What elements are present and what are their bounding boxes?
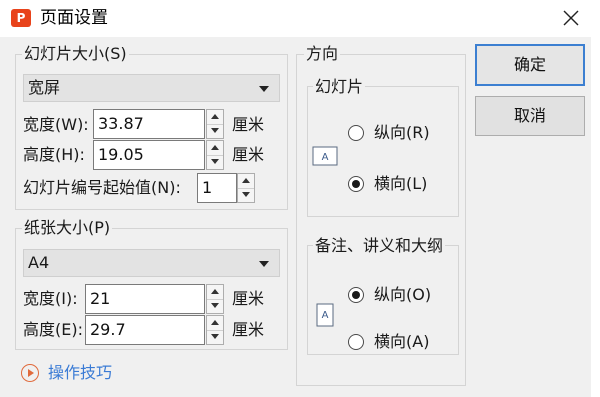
paper-size-legend: 纸张大小(P) <box>22 218 113 238</box>
paper-height-input[interactable]: 29.7 <box>85 315 205 345</box>
arrow-up-icon <box>211 114 219 119</box>
arrow-up-icon <box>242 178 250 183</box>
cancel-button[interactable]: 取消 <box>475 96 585 136</box>
slides-landscape-radio[interactable] <box>348 176 364 192</box>
paper-width-increase[interactable] <box>207 285 223 300</box>
ok-button[interactable]: 确定 <box>475 44 585 86</box>
paper-width-label: 宽度(I): <box>23 289 78 308</box>
play-circle-icon[interactable] <box>21 364 39 382</box>
paper-size-select[interactable]: A4 <box>23 249 280 277</box>
paper-height-increase[interactable] <box>207 316 223 331</box>
start-number-increase[interactable] <box>238 174 254 189</box>
page-setup-dialog: P 页面设置 幻灯片大小(S) 宽屏 宽度(W): 33.87 厘米 高度(H)… <box>0 0 600 397</box>
page-icon-letter: A <box>322 310 329 321</box>
slide-width-input[interactable]: 33.87 <box>93 109 205 139</box>
window-title: 页面设置 <box>40 8 108 28</box>
page-portrait-icon: A <box>316 303 334 327</box>
paper-width-stepper[interactable] <box>206 284 224 314</box>
slides-portrait-radio[interactable] <box>348 125 364 141</box>
chevron-down-icon <box>259 86 269 92</box>
slide-height-label: 高度(H): <box>23 145 85 164</box>
slide-height-increase[interactable] <box>207 141 223 156</box>
arrow-down-icon <box>211 128 219 133</box>
chevron-down-icon <box>259 261 269 267</box>
paper-size-select-value: A4 <box>28 253 50 272</box>
arrow-down-icon <box>211 303 219 308</box>
close-button[interactable] <box>556 3 586 33</box>
close-icon <box>563 10 579 26</box>
slide-width-unit: 厘米 <box>232 115 265 134</box>
page-landscape-icon: A <box>312 146 338 166</box>
slide-size-select[interactable]: 宽屏 <box>23 74 280 102</box>
slide-width-label: 宽度(W): <box>23 115 89 134</box>
slide-width-increase[interactable] <box>207 110 223 125</box>
slide-size-legend: 幻灯片大小(S) <box>22 44 129 64</box>
wps-presentation-icon: P <box>11 9 31 27</box>
paper-width-input[interactable]: 21 <box>85 284 205 314</box>
slide-size-select-value: 宽屏 <box>28 78 61 97</box>
orientation-legend: 方向 <box>304 44 341 64</box>
arrow-down-icon <box>211 334 219 339</box>
arrow-up-icon <box>211 289 219 294</box>
arrow-up-icon <box>211 320 219 325</box>
notes-landscape-radio[interactable] <box>348 334 364 350</box>
title-bar: P 页面设置 <box>0 0 600 37</box>
notes-landscape-label[interactable]: 横向(A) <box>374 331 429 353</box>
notes-portrait-radio[interactable] <box>348 287 364 303</box>
slide-width-stepper[interactable] <box>206 109 224 139</box>
tips-link[interactable]: 操作技巧 <box>48 362 112 384</box>
arrow-down-icon <box>242 192 250 197</box>
slide-height-unit: 厘米 <box>232 145 265 164</box>
arrow-up-icon <box>211 145 219 150</box>
paper-height-unit: 厘米 <box>232 320 265 339</box>
slide-height-decrease[interactable] <box>207 155 223 169</box>
paper-height-decrease[interactable] <box>207 330 223 344</box>
start-number-label: 幻灯片编号起始值(N): <box>23 178 181 197</box>
paper-width-unit: 厘米 <box>232 289 265 308</box>
notes-orientation-legend: 备注、讲义和大纲 <box>313 236 446 256</box>
paper-height-label: 高度(E): <box>23 320 83 339</box>
notes-portrait-label[interactable]: 纵向(O) <box>374 284 431 306</box>
start-number-stepper[interactable] <box>237 173 255 203</box>
slides-landscape-label[interactable]: 横向(L) <box>374 173 427 195</box>
page-icon-letter: A <box>322 152 329 163</box>
slide-height-stepper[interactable] <box>206 140 224 170</box>
slides-portrait-label[interactable]: 纵向(R) <box>374 122 430 144</box>
background-window-edge <box>591 37 600 397</box>
slides-orientation-legend: 幻灯片 <box>313 77 366 97</box>
start-number-input[interactable]: 1 <box>197 173 237 203</box>
slide-width-decrease[interactable] <box>207 124 223 138</box>
slide-height-input[interactable]: 19.05 <box>93 140 205 170</box>
paper-width-decrease[interactable] <box>207 299 223 313</box>
paper-height-stepper[interactable] <box>206 315 224 345</box>
arrow-down-icon <box>211 159 219 164</box>
start-number-decrease[interactable] <box>238 188 254 202</box>
